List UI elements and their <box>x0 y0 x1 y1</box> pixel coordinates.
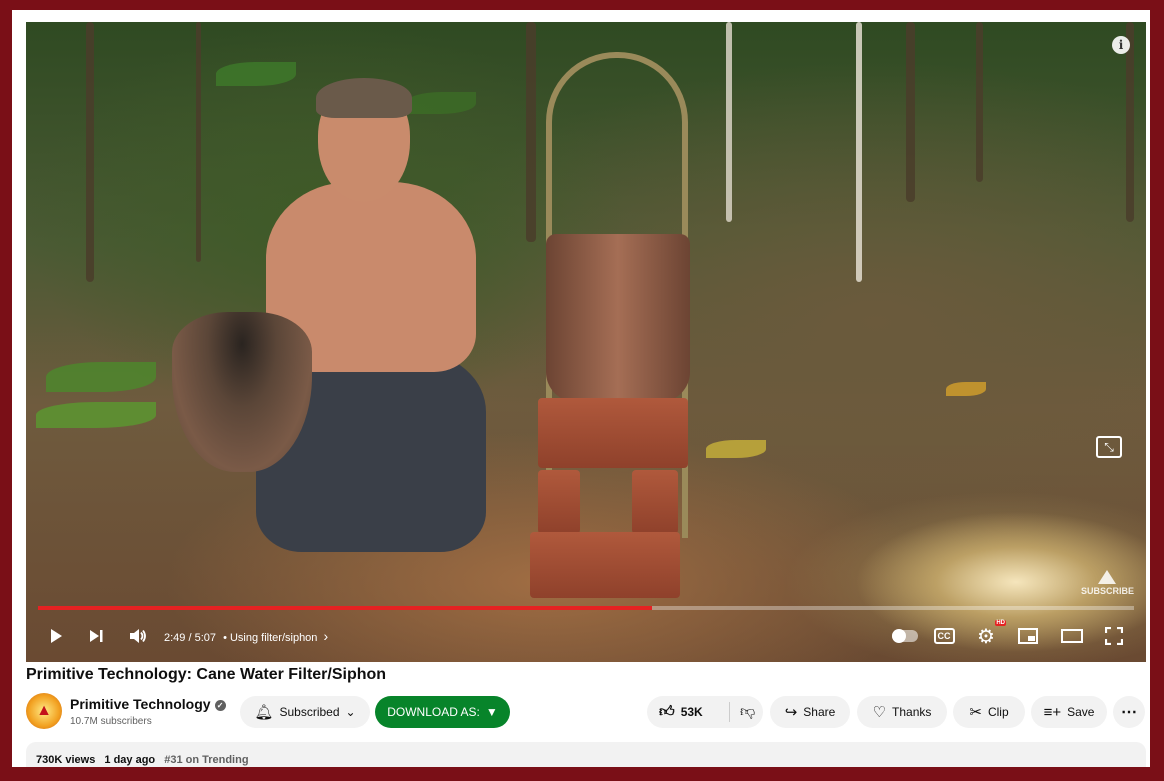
page-frame: i ⤡ SUBSCRIBE 2:49 / 5:07 • Using filter… <box>12 10 1150 767</box>
info-icon[interactable]: i <box>1112 36 1130 54</box>
scene-tree <box>856 22 862 282</box>
subscribed-label: Subscribed <box>279 705 340 719</box>
subscribed-button[interactable]: 🔔︎ Subscribed ⌄ <box>240 696 370 728</box>
fullscreen-icon <box>1105 627 1123 645</box>
captions-button[interactable]: CC <box>930 622 958 650</box>
progress-played <box>38 606 652 610</box>
save-button[interactable]: ≡+ Save <box>1031 696 1107 728</box>
view-count: 730K views <box>36 754 96 766</box>
thumbs-up-icon: 👍︎ <box>659 703 675 720</box>
more-icon: ⋯ <box>1121 704 1137 721</box>
next-icon <box>90 630 103 642</box>
video-title: Primitive Technology: Cane Water Filter/… <box>26 666 387 683</box>
share-label: Share <box>803 705 836 719</box>
scene-tree <box>526 22 536 242</box>
scene-tree <box>906 22 915 202</box>
brick-stand <box>632 470 678 534</box>
share-button[interactable]: ↪ Share <box>770 696 850 728</box>
scene-tree <box>196 22 201 262</box>
scene-tree <box>1126 22 1134 222</box>
clip-button[interactable]: ✂ Clip <box>953 696 1025 728</box>
channel-logo-icon <box>1098 570 1117 584</box>
download-label: DOWNLOAD AS: <box>387 705 480 719</box>
volume-button[interactable] <box>124 622 152 650</box>
miniplayer-icon <box>1018 628 1038 644</box>
time-separator: / <box>185 632 195 644</box>
scene-tree <box>726 22 732 222</box>
channel-name[interactable]: Primitive Technology <box>70 696 211 712</box>
thanks-label: Thanks <box>892 705 932 719</box>
gear-icon: ⚙ <box>977 625 995 648</box>
hd-badge: HD <box>995 620 1006 626</box>
bell-icon: 🔔︎ <box>254 704 274 721</box>
save-label: Save <box>1067 705 1095 719</box>
playlist-add-icon: ≡+ <box>1043 703 1062 721</box>
miniplayer-button[interactable] <box>1014 622 1042 650</box>
play-icon <box>51 629 62 643</box>
autoplay-toggle-icon <box>892 629 918 643</box>
upload-date: 1 day ago <box>104 754 156 766</box>
duration: 5:07 <box>194 632 217 644</box>
play-button[interactable] <box>42 622 70 650</box>
volume-icon <box>130 629 146 643</box>
expand-icon[interactable]: ⤡ <box>1096 436 1122 458</box>
player-controls: 2:49 / 5:07 • Using filter/siphon › CC ⚙… <box>26 618 1146 658</box>
scene-leaf <box>946 382 986 396</box>
subscriber-count: 10.7M subscribers <box>70 716 152 727</box>
thanks-heart-icon: ♡ <box>872 704 887 721</box>
download-button[interactable]: DOWNLOAD AS: ▼ <box>375 696 510 728</box>
time-display: 2:49 / 5:07 • Using filter/siphon › <box>164 622 328 650</box>
caret-down-icon: ▼ <box>485 705 498 719</box>
scene-leaf <box>36 402 156 428</box>
scene-leaf <box>46 362 156 392</box>
chapter-title[interactable]: • Using filter/siphon <box>223 632 317 644</box>
next-button[interactable] <box>82 622 110 650</box>
trending-link[interactable]: #31 on Trending <box>164 754 248 766</box>
channel-name-row[interactable]: Primitive Technology ✓ <box>70 696 226 712</box>
thanks-button[interactable]: ♡ Thanks <box>857 696 947 728</box>
scene-tree <box>86 22 94 282</box>
channel-avatar[interactable]: ▲ <box>26 693 62 729</box>
watermark-label: SUBSCRIBE <box>1080 586 1134 596</box>
like-button[interactable]: 👍︎ 53K <box>647 703 719 721</box>
scene-leaf <box>706 440 766 458</box>
description-meta: 730K views 1 day ago #31 on Trending <box>36 754 255 766</box>
like-dislike-group: 👍︎ 53K 👎︎ <box>647 696 763 728</box>
brick-stand <box>538 470 580 534</box>
captions-icon: CC <box>933 628 955 644</box>
fullscreen-button[interactable] <box>1100 622 1128 650</box>
subscribe-watermark[interactable]: SUBSCRIBE <box>1081 570 1134 596</box>
share-icon: ↪ <box>784 704 798 721</box>
clip-label: Clip <box>987 705 1009 719</box>
scene-tree <box>976 22 983 182</box>
brick-stand <box>530 532 680 598</box>
current-time: 2:49 <box>164 632 186 644</box>
clay-pot-filter <box>546 234 690 402</box>
autoplay-toggle[interactable] <box>890 622 920 650</box>
dislike-button[interactable]: 👎︎ <box>730 703 755 721</box>
video-player[interactable]: i ⤡ SUBSCRIBE 2:49 / 5:07 • Using filter… <box>26 22 1146 662</box>
theater-icon <box>1061 629 1083 643</box>
chapter-chevron-icon[interactable]: › <box>323 628 328 644</box>
theater-button[interactable] <box>1058 622 1086 650</box>
settings-button[interactable]: ⚙ HD <box>972 620 1006 650</box>
more-actions-button[interactable]: ⋯ <box>1113 696 1145 728</box>
progress-bar[interactable] <box>38 606 1134 610</box>
thumbs-down-icon: 👎︎ <box>740 703 756 720</box>
description-box[interactable]: 730K views 1 day ago #31 on Trending <box>26 742 1146 767</box>
brick-stand <box>538 398 688 468</box>
fire-icon: ▲ <box>36 702 52 719</box>
chevron-down-icon: ⌄ <box>345 705 356 719</box>
scissors-icon: ✂ <box>969 704 982 721</box>
verified-icon: ✓ <box>214 700 226 711</box>
like-count: 53K <box>680 705 703 719</box>
